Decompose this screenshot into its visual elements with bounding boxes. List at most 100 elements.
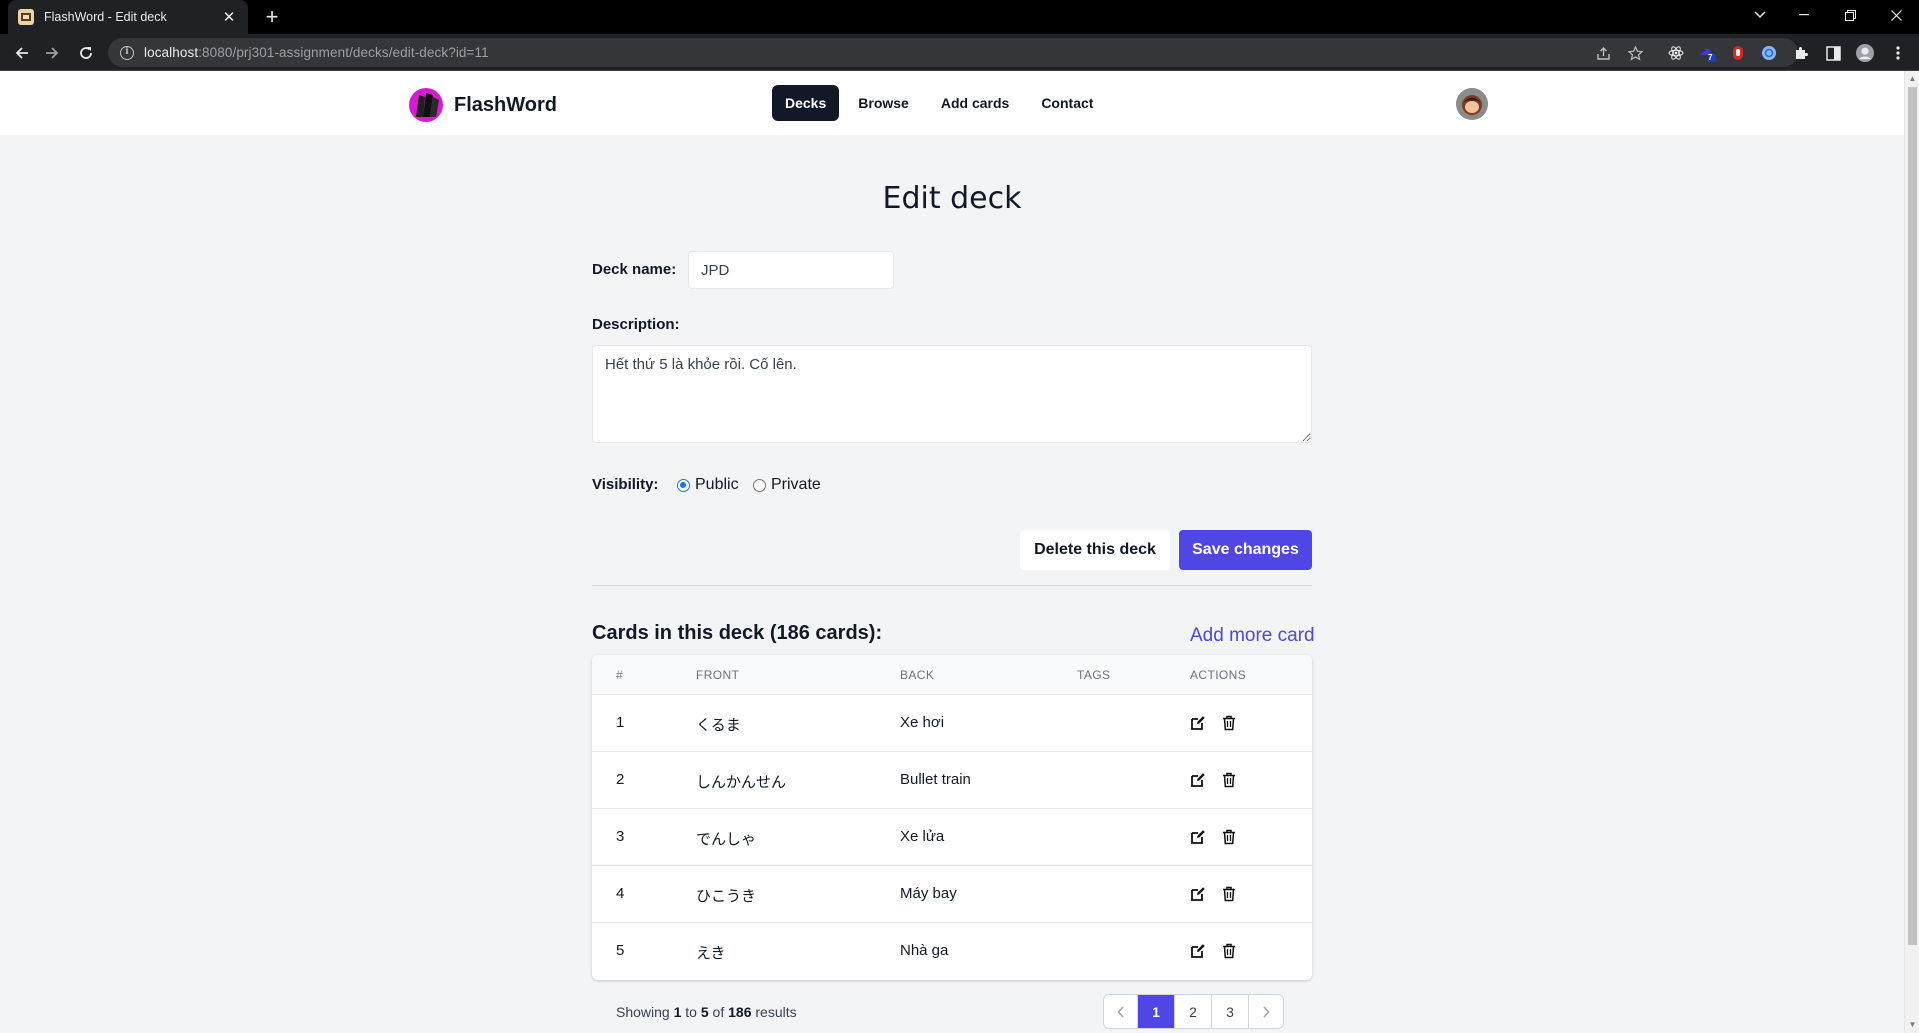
- edit-icon[interactable]: [1189, 771, 1207, 789]
- row-number: 4: [616, 885, 625, 902]
- cards-table: # FRONT BACK TAGS ACTIONS 1 くるま Xe hơi 2…: [592, 655, 1312, 980]
- extensions-puzzle-icon[interactable]: [1792, 44, 1810, 62]
- share-icon[interactable]: [1594, 44, 1612, 62]
- page-button-1[interactable]: 1: [1138, 995, 1175, 1028]
- restore-icon[interactable]: [1828, 0, 1872, 30]
- tab-search-icon[interactable]: [1738, 0, 1782, 30]
- edit-icon[interactable]: [1189, 714, 1207, 732]
- extension-lens-icon[interactable]: [1760, 44, 1778, 62]
- results-summary: Showing 1 to 5 of 186 results: [616, 1004, 797, 1020]
- scroll-up-icon[interactable]: ▲: [1908, 74, 1917, 84]
- forward-icon[interactable]: [38, 39, 66, 67]
- trash-icon[interactable]: [1220, 942, 1238, 960]
- section-divider: [592, 585, 1312, 586]
- table-header: # FRONT BACK TAGS ACTIONS: [592, 655, 1312, 695]
- browser-tab[interactable]: FlashWord - Edit deck ✕: [8, 0, 248, 34]
- url-host: localhost: [144, 45, 199, 60]
- browser-tab-strip: FlashWord - Edit deck ✕ +: [0, 0, 1919, 34]
- url-path: :8080/prj301-assignment/decks/edit-deck?…: [198, 45, 489, 60]
- close-window-icon[interactable]: [1874, 0, 1918, 30]
- extension-badge: 7: [1708, 53, 1713, 62]
- bookmark-star-icon[interactable]: [1626, 44, 1644, 62]
- extension-hat-icon[interactable]: 7: [1698, 44, 1716, 62]
- showing-from: 1: [673, 1004, 682, 1020]
- card-back: Bullet train: [900, 771, 971, 788]
- address-bar: i localhost:8080/prj301-assignment/decks…: [0, 34, 1919, 71]
- nav-item-contact[interactable]: Contact: [1028, 85, 1106, 121]
- table-row: 5 えき Nhà ga: [592, 923, 1312, 980]
- card-front: でんしゃ: [696, 830, 757, 848]
- browser-menu-icon[interactable]: [1889, 44, 1907, 62]
- user-avatar[interactable]: [1456, 88, 1488, 120]
- column-header-back: BACK: [900, 668, 935, 682]
- private-radio[interactable]: [753, 478, 766, 492]
- trash-icon[interactable]: [1220, 885, 1238, 903]
- add-more-card-link[interactable]: Add more card: [1190, 625, 1315, 647]
- row-number: 3: [616, 828, 625, 845]
- card-back: Xe hơi: [900, 714, 945, 731]
- avatar-icon: [1456, 88, 1488, 120]
- site-info-icon[interactable]: i: [120, 45, 134, 60]
- nav-item-decks[interactable]: Decks: [772, 85, 840, 121]
- minimize-icon[interactable]: [1782, 0, 1826, 30]
- scrollbar-thumb[interactable]: [1908, 87, 1917, 945]
- page-scrollbar[interactable]: ▲ ▼: [1904, 71, 1919, 1033]
- page: FlashWord Decks Browse Add cards Contact…: [0, 71, 1904, 1033]
- column-header-front: FRONT: [696, 668, 740, 682]
- url-field[interactable]: i localhost:8080/prj301-assignment/decks…: [108, 38, 1798, 67]
- card-back: Máy bay: [900, 885, 957, 902]
- profile-icon[interactable]: [1856, 44, 1874, 62]
- side-panel-icon[interactable]: [1824, 44, 1842, 62]
- card-front: えき: [696, 944, 726, 962]
- reload-icon[interactable]: [72, 39, 100, 67]
- page-title: Edit deck: [882, 181, 1022, 216]
- visibility-label: Visibility:: [592, 476, 659, 493]
- deck-name-input[interactable]: [688, 251, 894, 289]
- trash-icon[interactable]: [1220, 771, 1238, 789]
- save-changes-button[interactable]: Save changes: [1179, 530, 1312, 570]
- pagination: 1 2 3: [1103, 994, 1284, 1029]
- public-radio-label[interactable]: Public: [695, 476, 739, 494]
- public-radio[interactable]: [677, 478, 690, 492]
- edit-icon[interactable]: [1189, 828, 1207, 846]
- trash-icon[interactable]: [1220, 714, 1238, 732]
- favicon-icon: [18, 9, 34, 25]
- tab-title: FlashWord - Edit deck: [44, 10, 167, 24]
- edit-icon[interactable]: [1189, 885, 1207, 903]
- visibility-private-option[interactable]: Private: [753, 476, 821, 494]
- main-nav: Decks Browse Add cards Contact: [772, 85, 1106, 121]
- flashword-logo-icon: [409, 88, 443, 122]
- card-back: Nhà ga: [900, 942, 949, 959]
- next-page-chevron-right-icon[interactable]: [1249, 995, 1283, 1028]
- showing-prefix: Showing: [616, 1004, 670, 1020]
- extension-hand-icon[interactable]: [1729, 44, 1747, 62]
- tab-close-icon[interactable]: ✕: [220, 8, 238, 26]
- row-number: 2: [616, 771, 625, 788]
- description-textarea[interactable]: Hết thứ 5 là khỏe rồi. Cố lên.: [592, 345, 1312, 443]
- column-header-number: #: [616, 668, 624, 682]
- showing-total: 186: [728, 1004, 752, 1020]
- page-button-3[interactable]: 3: [1212, 995, 1249, 1028]
- card-front: くるま: [696, 716, 741, 734]
- private-radio-label[interactable]: Private: [771, 476, 821, 494]
- edit-icon[interactable]: [1189, 942, 1207, 960]
- brand-link[interactable]: FlashWord: [408, 87, 557, 123]
- description-label: Description:: [592, 316, 680, 333]
- card-front: ひこうき: [696, 887, 757, 905]
- previous-page-chevron-left-icon[interactable]: [1104, 995, 1138, 1028]
- row-number: 1: [616, 714, 625, 731]
- back-icon[interactable]: [8, 39, 36, 67]
- trash-icon[interactable]: [1220, 828, 1238, 846]
- nav-item-add-cards[interactable]: Add cards: [928, 85, 1022, 121]
- site-header: FlashWord Decks Browse Add cards Contact: [0, 71, 1904, 135]
- row-number: 5: [616, 942, 625, 959]
- showing-of-word: of: [712, 1004, 725, 1020]
- nav-item-browse[interactable]: Browse: [845, 85, 922, 121]
- delete-deck-button[interactable]: Delete this deck: [1020, 530, 1170, 570]
- extension-react-icon[interactable]: [1667, 44, 1685, 62]
- scroll-down-icon[interactable]: ▼: [1908, 1020, 1917, 1030]
- visibility-public-option[interactable]: Public: [677, 476, 739, 494]
- table-row: 3 でんしゃ Xe lửa: [592, 809, 1312, 866]
- page-button-2[interactable]: 2: [1175, 995, 1212, 1028]
- new-tab-icon[interactable]: +: [258, 3, 286, 31]
